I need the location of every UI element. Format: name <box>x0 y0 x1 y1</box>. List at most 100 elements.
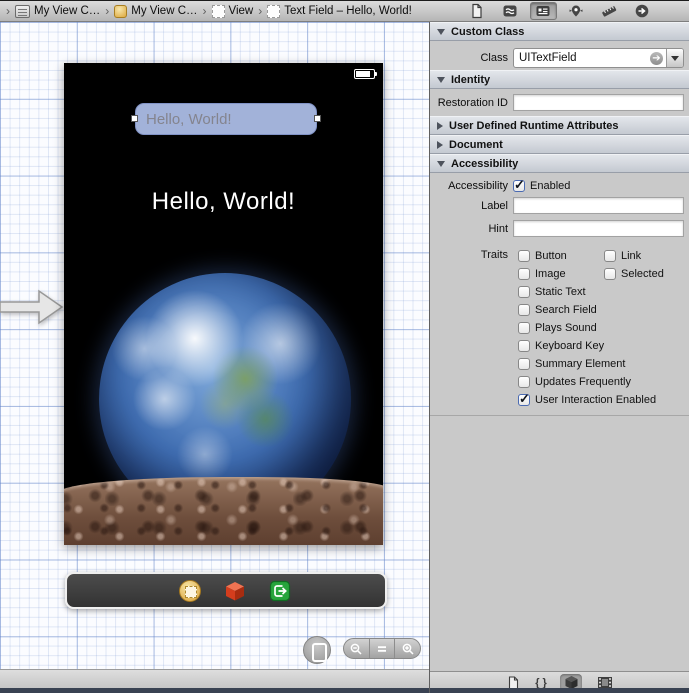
accessibility-hint-row: Hint <box>430 217 689 240</box>
trait-label: Summary Element <box>530 358 625 370</box>
trait-row: Button Link <box>430 247 689 265</box>
breadcrumb-item-text-field[interactable]: Text Field – Hello, World! <box>267 5 412 18</box>
exit-icon[interactable] <box>269 580 291 602</box>
text-field-icon <box>267 5 280 18</box>
section-header-document[interactable]: Document <box>430 135 689 154</box>
trait-label: Plays Sound <box>530 322 597 334</box>
accessibility-enabled-checkbox[interactable] <box>513 180 525 192</box>
chevron-right-icon: › <box>202 4 208 18</box>
chevron-right-icon: › <box>5 4 11 18</box>
class-row: Class UITextField ➔ <box>430 41 689 70</box>
accessibility-label-field[interactable] <box>513 197 684 214</box>
trait-row: Image Selected <box>430 265 689 283</box>
actual-size-button[interactable] <box>369 639 395 658</box>
breadcrumb-label: My View C… <box>131 5 197 17</box>
trait-row: Keyboard Key <box>430 337 689 355</box>
resize-handle-left[interactable] <box>131 115 138 122</box>
trait-summary-element-checkbox[interactable] <box>518 358 530 370</box>
trait-label: Button <box>530 250 567 262</box>
breadcrumb-label: View <box>229 5 254 17</box>
restoration-id-label: Restoration ID <box>432 97 513 109</box>
canvas-text-field[interactable]: Hello, World! <box>135 103 317 135</box>
accessibility-label-row: Label <box>430 194 689 217</box>
class-combo-box[interactable]: UITextField ➔ <box>513 48 684 68</box>
disclosure-right-icon[interactable] <box>437 122 443 130</box>
trait-label: Keyboard Key <box>530 340 604 352</box>
inspector-selector-bar <box>430 1 689 21</box>
section-header-custom-class[interactable]: Custom Class <box>430 22 689 41</box>
section-title: Identity <box>451 74 490 86</box>
zoom-out-button[interactable] <box>344 639 369 658</box>
trait-updates-frequently-checkbox[interactable] <box>518 376 530 388</box>
zoom-out-icon <box>349 642 363 656</box>
attributes-inspector-tab[interactable] <box>563 2 590 20</box>
identity-card-icon <box>535 3 551 19</box>
breadcrumb-item-window[interactable]: My View C… <box>15 5 100 18</box>
trait-label: Image <box>530 268 566 280</box>
trait-selected-checkbox[interactable] <box>604 268 616 280</box>
section-header-accessibility[interactable]: Accessibility <box>430 154 689 173</box>
trait-static-text-checkbox[interactable] <box>518 286 530 298</box>
zoom-in-button[interactable] <box>394 639 420 658</box>
view-controller-icon <box>114 5 127 18</box>
disclosure-down-icon[interactable] <box>437 29 445 35</box>
section-header-identity[interactable]: Identity <box>430 70 689 89</box>
disclosure-right-icon[interactable] <box>437 141 443 149</box>
actual-size-icon <box>376 643 388 655</box>
accessibility-hint-field[interactable] <box>513 220 684 237</box>
trait-plays-sound-checkbox[interactable] <box>518 322 530 334</box>
size-inspector-tab[interactable] <box>596 2 623 20</box>
class-dropdown-button[interactable] <box>666 49 683 67</box>
canvas-text-field-text: Hello, World! <box>146 111 232 128</box>
restoration-id-row: Restoration ID <box>430 89 689 116</box>
accessibility-enabled-row: Accessibility Enabled <box>430 173 689 194</box>
file-inspector-tab[interactable] <box>464 2 491 20</box>
disclosure-down-icon[interactable] <box>437 161 445 167</box>
jump-to-class-icon[interactable]: ➔ <box>650 52 663 65</box>
file-icon <box>469 3 485 19</box>
ruler-icon <box>601 3 617 19</box>
connections-inspector-tab[interactable] <box>629 2 656 20</box>
first-responder-cube-icon[interactable] <box>224 580 246 602</box>
disclosure-down-icon[interactable] <box>437 77 445 83</box>
storyboard-canvas[interactable]: Hello, World! Hello, World! <box>0 22 429 669</box>
trait-label: User Interaction Enabled <box>530 394 656 406</box>
trait-image-checkbox[interactable] <box>518 268 530 280</box>
trait-label: Selected <box>616 268 664 280</box>
breadcrumb-item-view[interactable]: View <box>212 5 254 18</box>
restoration-id-field[interactable] <box>513 94 684 111</box>
trait-search-field-checkbox[interactable] <box>518 304 530 316</box>
identity-inspector-tab[interactable] <box>530 2 557 20</box>
identity-inspector-panel: Custom Class Class UITextField ➔ Identit… <box>430 22 689 693</box>
trait-user-interaction-checkbox[interactable] <box>518 394 530 406</box>
section-header-runtime-attributes[interactable]: User Defined Runtime Attributes <box>430 116 689 135</box>
section-title: Custom Class <box>451 26 524 38</box>
breadcrumb-label: Text Field – Hello, World! <box>284 5 412 17</box>
section-title: User Defined Runtime Attributes <box>449 120 619 132</box>
chevron-right-icon: › <box>257 4 263 18</box>
breadcrumb-item-view-controller[interactable]: My View C… <box>114 5 197 18</box>
jump-bar: › My View C… › My View C… › View › Text … <box>0 0 689 22</box>
quick-help-icon <box>502 3 518 19</box>
device-form-factor-button[interactable] <box>303 636 331 664</box>
iphone-view[interactable]: Hello, World! Hello, World! <box>64 63 383 545</box>
battery-icon <box>354 69 375 79</box>
resize-handle-right[interactable] <box>314 115 321 122</box>
trait-row: Summary Element <box>430 355 689 373</box>
trait-link-checkbox[interactable] <box>604 250 616 262</box>
zoom-in-icon <box>401 642 415 656</box>
panel-divider[interactable] <box>429 22 430 693</box>
trait-keyboard-key-checkbox[interactable] <box>518 340 530 352</box>
window-icon <box>15 5 30 18</box>
canvas-label[interactable]: Hello, World! <box>64 188 383 216</box>
trait-label: Link <box>616 250 641 262</box>
initial-scene-arrow-icon[interactable] <box>0 288 64 326</box>
class-label: Class <box>432 52 513 64</box>
accessibility-label: Accessibility <box>432 180 513 192</box>
trait-button-checkbox[interactable] <box>518 250 530 262</box>
braces-icon: { } <box>535 677 547 689</box>
trait-row: Search Field <box>430 301 689 319</box>
zoom-segmented-control <box>343 638 421 659</box>
files-owner-icon[interactable] <box>179 580 201 602</box>
quick-help-inspector-tab[interactable] <box>497 2 524 20</box>
